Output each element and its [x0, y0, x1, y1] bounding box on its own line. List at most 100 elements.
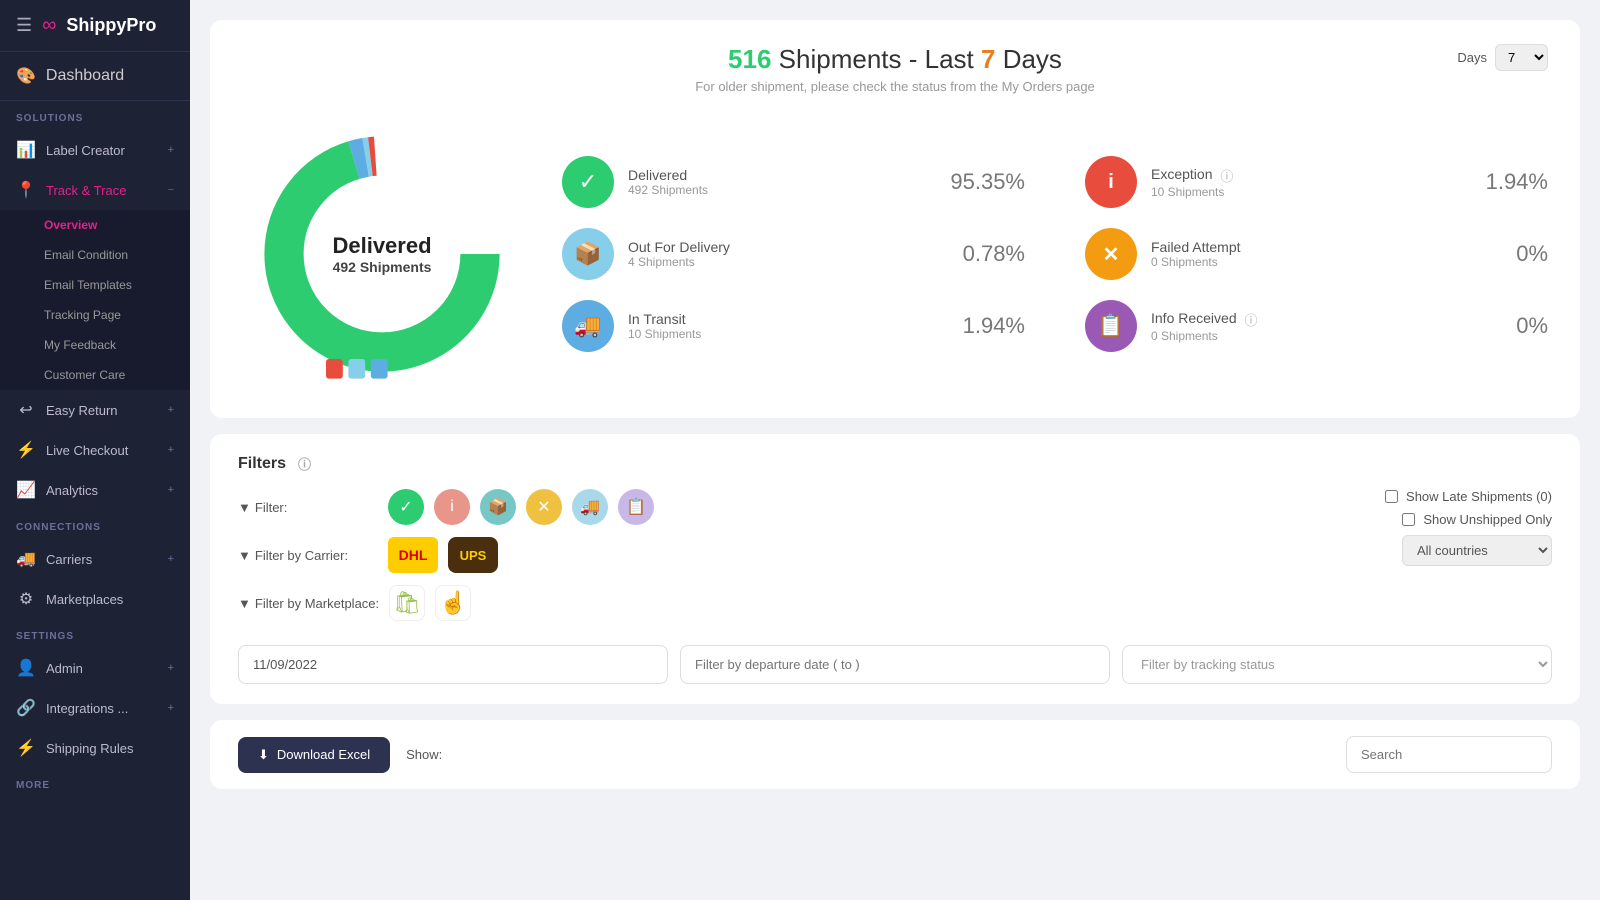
stat-row-delivered: ✓ Delivered 492 Shipments 95.35% — [562, 156, 1025, 208]
show-late-checkbox[interactable] — [1385, 490, 1398, 503]
exception-label: Exception ⓘ — [1151, 166, 1472, 185]
shipping-rules-icon: ⚡ — [16, 738, 36, 758]
submenu-email-condition[interactable]: Email Condition — [0, 240, 190, 270]
sidebar-item-easy-return[interactable]: ↩ Easy Return + — [0, 390, 190, 430]
filter-marketplace-row: ▼ Filter by Marketplace: 🛍 ☝ — [238, 585, 1369, 621]
sidebar-item-live-checkout[interactable]: ⚡ Live Checkout + — [0, 430, 190, 470]
section-more: MORE — [0, 768, 190, 797]
show-unshipped-checkbox[interactable] — [1402, 513, 1415, 526]
info-received-count: 0 Shipments — [1151, 329, 1502, 343]
search-input[interactable] — [1346, 736, 1552, 773]
sidebar-item-label-creator[interactable]: 📊 Label Creator + — [0, 130, 190, 170]
donut-chart: Delivered 492 Shipments — [242, 114, 522, 394]
donut-center: Delivered 492 Shipments — [332, 233, 431, 275]
marketplace-shopify[interactable]: 🛍 — [389, 585, 425, 621]
sidebar-item-integrations[interactable]: 🔗 Integrations ... + — [0, 688, 190, 728]
title-suffix: Days — [1003, 44, 1062, 74]
days-selector[interactable]: Days 7 14 30 60 90 — [1457, 44, 1548, 71]
easy-return-expand: + — [168, 404, 174, 416]
out-for-delivery-icon: 📦 — [574, 241, 601, 267]
exception-icon: i — [1108, 171, 1114, 194]
download-excel-button[interactable]: ⬇ Download Excel — [238, 737, 390, 773]
sidebar-item-analytics[interactable]: 📈 Analytics + — [0, 470, 190, 510]
filter-failed-attempt[interactable]: ✕ — [526, 489, 562, 525]
filter-delivered[interactable]: ✓ — [388, 489, 424, 525]
failed-attempt-icon-circle: ✕ — [1085, 228, 1137, 280]
stats-body: Delivered 492 Shipments ✓ Delivered 492 … — [242, 114, 1548, 394]
failed-attempt-label: Failed Attempt — [1151, 239, 1502, 255]
delivered-pct: 95.35% — [950, 169, 1025, 195]
integrations-expand: + — [168, 702, 174, 714]
sidebar-item-shipping-rules[interactable]: ⚡ Shipping Rules — [0, 728, 190, 768]
easy-return-icon: ↩ — [16, 400, 36, 420]
info-received-info-icon: ⓘ — [1245, 313, 1258, 328]
in-transit-pct: 1.94% — [963, 313, 1025, 339]
info-received-icon-circle: 📋 — [1085, 300, 1137, 352]
filter-in-transit[interactable]: 🚚 — [572, 489, 608, 525]
stats-card: Days 7 14 30 60 90 516 Shipments - Last … — [210, 20, 1580, 418]
sidebar-item-dashboard[interactable]: 🎨 Dashboard — [0, 52, 190, 101]
in-transit-icon: 🚚 — [574, 313, 601, 339]
stats-subtitle: For older shipment, please check the sta… — [242, 79, 1548, 94]
dashboard-label: Dashboard — [46, 67, 124, 85]
out-for-delivery-label: Out For Delivery — [628, 239, 949, 255]
live-checkout-expand: + — [168, 444, 174, 456]
download-icon: ⬇ — [258, 747, 269, 763]
integrations-icon: 🔗 — [16, 698, 36, 718]
failed-attempt-info: Failed Attempt 0 Shipments — [1151, 239, 1502, 269]
exception-info: Exception ⓘ 10 Shipments — [1151, 166, 1472, 199]
submenu-tracking-page[interactable]: Tracking Page — [0, 300, 190, 330]
stat-row-out-for-delivery: 📦 Out For Delivery 4 Shipments 0.78% — [562, 228, 1025, 280]
sidebar-item-carriers[interactable]: 🚚 Carriers + — [0, 539, 190, 579]
date-to-input[interactable] — [680, 645, 1110, 684]
admin-label: Admin — [46, 661, 83, 676]
date-from-input[interactable] — [238, 645, 668, 684]
filter-status-label: ▼ Filter: — [238, 500, 378, 515]
label-creator-expand: + — [168, 144, 174, 156]
in-transit-count: 10 Shipments — [628, 327, 949, 341]
label-creator-label: Label Creator — [46, 143, 125, 158]
track-trace-icon: 📍 — [16, 180, 36, 200]
donut-center-sub: 492 Shipments — [332, 259, 431, 275]
delivered-label: Delivered — [628, 167, 936, 183]
days-select[interactable]: 7 14 30 60 90 — [1495, 44, 1548, 71]
title-prefix: Shipments - Last — [779, 44, 981, 74]
hamburger-icon[interactable]: ☰ — [16, 15, 32, 36]
delivered-icon: ✓ — [579, 169, 597, 195]
filters-left: ▼ Filter: ✓ i 📦 ✕ 🚚 📋 ▼ Filter by Carrie… — [238, 489, 1369, 633]
logo-icon: ∞ — [42, 14, 56, 37]
info-received-label: Info Received ⓘ — [1151, 310, 1502, 329]
sidebar-item-marketplaces[interactable]: ⚙ Marketplaces — [0, 579, 190, 619]
carrier-ups[interactable]: UPS — [448, 537, 498, 573]
filter-out-for-delivery[interactable]: 📦 — [480, 489, 516, 525]
country-select[interactable]: All countries Italy Germany France Spain… — [1402, 535, 1552, 566]
bottom-bar: ⬇ Download Excel Show: — [210, 720, 1580, 789]
sidebar-item-track-trace[interactable]: 📍 Track & Trace − — [0, 170, 190, 210]
stat-row-in-transit: 🚚 In Transit 10 Shipments 1.94% — [562, 300, 1025, 352]
marketplace-other[interactable]: ☝ — [435, 585, 471, 621]
sidebar: ☰ ∞ ShippyPro 🎨 Dashboard SOLUTIONS 📊 La… — [0, 0, 190, 900]
filter-exception[interactable]: i — [434, 489, 470, 525]
filter-carrier-row: ▼ Filter by Carrier: DHL UPS — [238, 537, 1369, 573]
carriers-label: Carriers — [46, 552, 92, 567]
in-transit-label: In Transit — [628, 311, 949, 327]
submenu-email-templates[interactable]: Email Templates — [0, 270, 190, 300]
failed-attempt-pct: 0% — [1516, 241, 1548, 267]
analytics-icon: 📈 — [16, 480, 36, 500]
filters-card: Filters ⓘ ▼ Filter: ✓ i 📦 ✕ 🚚 📋 — [210, 434, 1580, 704]
submenu-overview[interactable]: Overview — [0, 210, 190, 240]
submenu-customer-care[interactable]: Customer Care — [0, 360, 190, 390]
filter-info-received[interactable]: 📋 — [618, 489, 654, 525]
app-name: ShippyPro — [66, 15, 156, 36]
show-late-label: Show Late Shipments (0) — [1406, 489, 1552, 504]
out-for-delivery-info: Out For Delivery 4 Shipments — [628, 239, 949, 269]
date-filter-row: Filter by tracking status Delivered In T… — [238, 645, 1552, 684]
carrier-dhl[interactable]: DHL — [388, 537, 438, 573]
sidebar-item-admin[interactable]: 👤 Admin + — [0, 648, 190, 688]
show-label: Show: — [406, 747, 442, 762]
submenu-my-feedback[interactable]: My Feedback — [0, 330, 190, 360]
filters-right: Show Late Shipments (0) Show Unshipped O… — [1385, 489, 1552, 633]
out-for-delivery-icon-circle: 📦 — [562, 228, 614, 280]
tracking-status-select[interactable]: Filter by tracking status Delivered In T… — [1122, 645, 1552, 684]
show-late-row: Show Late Shipments (0) — [1385, 489, 1552, 504]
